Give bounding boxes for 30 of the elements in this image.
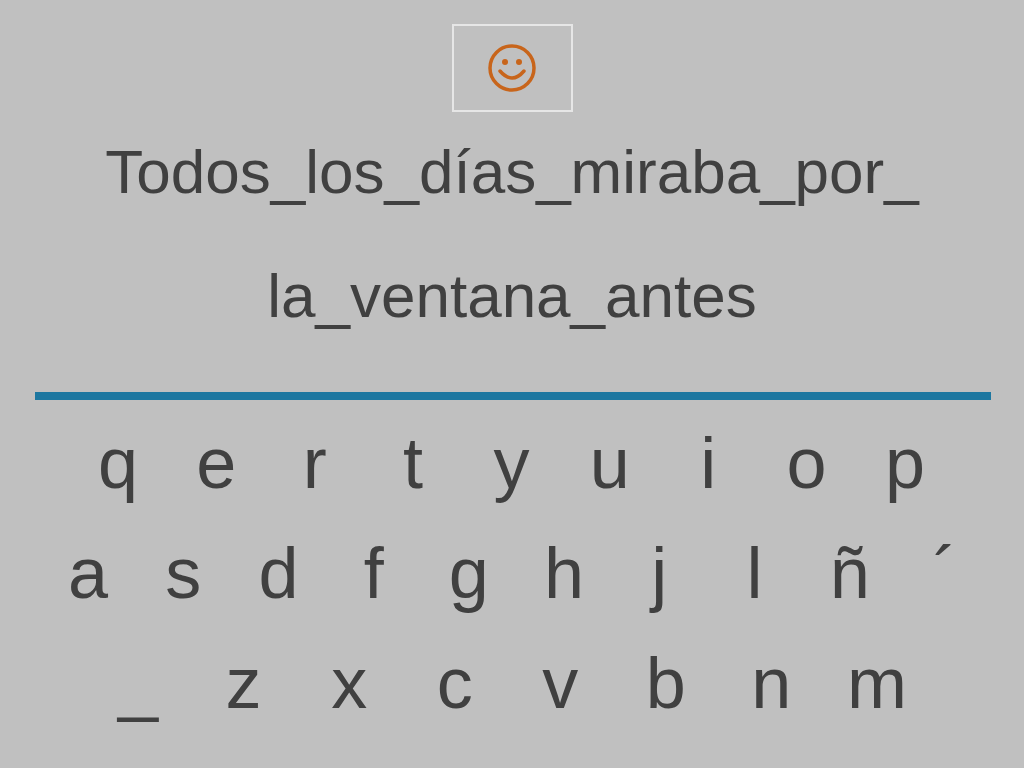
letter-key[interactable]: l — [724, 528, 785, 618]
letter-key[interactable]: o — [776, 418, 837, 508]
sentence-text: Todos_los_días_miraba_por_ — [105, 136, 919, 208]
sentence-text: la_ventana_antes — [267, 260, 757, 332]
letter-key[interactable]: d — [248, 528, 309, 618]
letter-key[interactable]: g — [438, 528, 499, 618]
letter-key[interactable]: x — [319, 638, 380, 728]
letter-key[interactable]: f — [343, 528, 404, 618]
letter-key[interactable]: p — [875, 418, 935, 508]
letter-key[interactable]: t — [383, 418, 444, 508]
letter-key[interactable]: ñ — [819, 528, 880, 618]
letter-key[interactable]: a — [58, 528, 118, 618]
smiley-icon — [487, 43, 537, 93]
letter-key[interactable]: s — [153, 528, 214, 618]
letter-key[interactable]: j — [629, 528, 690, 618]
letter-key[interactable]: v — [530, 638, 591, 728]
letter-key[interactable]: e — [186, 418, 247, 508]
letter-key[interactable]: z — [213, 638, 274, 728]
letter-key[interactable]: h — [534, 528, 595, 618]
letter-key[interactable]: i — [678, 418, 739, 508]
letter-key[interactable]: q — [88, 418, 148, 508]
letter-key[interactable]: n — [741, 638, 802, 728]
letter-key[interactable]: u — [579, 418, 640, 508]
letter-key[interactable]: r — [284, 418, 345, 508]
letter-key[interactable]: b — [635, 638, 696, 728]
letter-key[interactable]: c — [424, 638, 485, 728]
letter-key[interactable]: _ — [108, 638, 168, 728]
letter-key[interactable]: ´ — [914, 528, 975, 618]
letter-key[interactable]: m — [846, 638, 907, 728]
letter-key[interactable]: y — [481, 418, 542, 508]
